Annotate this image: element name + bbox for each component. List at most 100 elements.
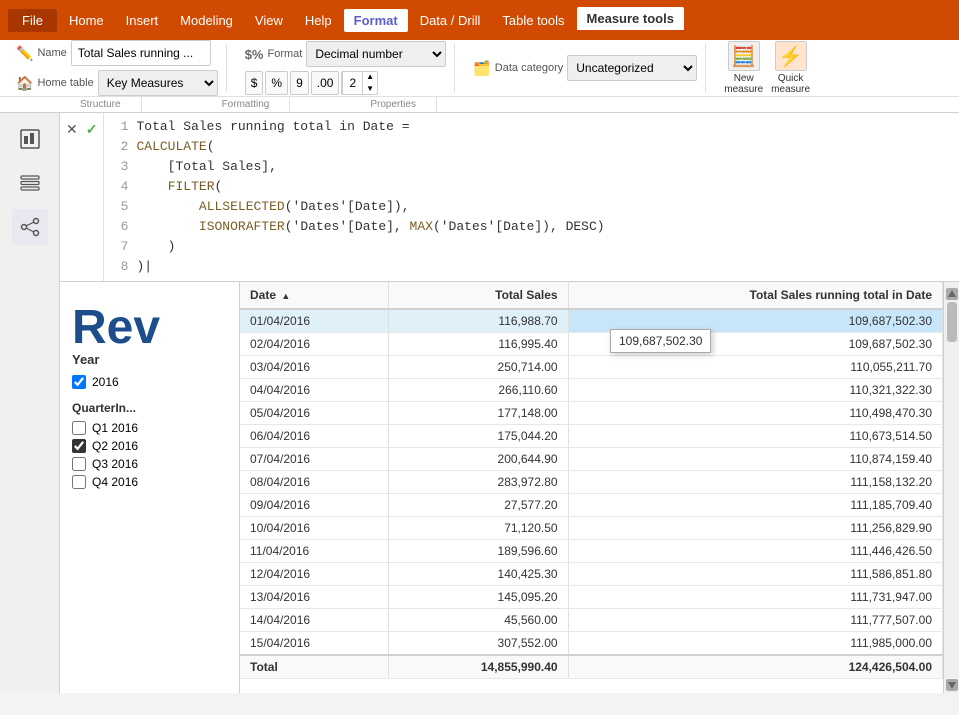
table-row: 13/04/2016145,095.20111,731,947.00 [240, 586, 943, 609]
sidebar [0, 113, 60, 693]
year-2016-label: 2016 [92, 375, 119, 389]
ribbon-sections: Structure Formatting Properties [0, 97, 959, 113]
formula-line-3: 3 [Total Sales], [112, 157, 951, 177]
cell-running-total: 111,256,829.90 [568, 517, 942, 540]
table-row: 14/04/201645,560.00111,777,507.00 [240, 609, 943, 632]
cell-date: 05/04/2016 [240, 402, 388, 425]
year-2016-checkbox[interactable] [72, 375, 86, 389]
home-table-field: 🏠 Home table Key Measures [16, 70, 218, 96]
data-category-select[interactable]: Uncategorized [567, 55, 697, 81]
q3-2016-checkbox[interactable] [72, 457, 86, 471]
menu-insert[interactable]: Insert [116, 9, 169, 32]
q2-2016-item: Q2 2016 [72, 439, 227, 453]
table-row: 03/04/2016250,714.00110,055,211.70 [240, 356, 943, 379]
q1-2016-checkbox[interactable] [72, 421, 86, 435]
menu-measure-tools[interactable]: Measure tools [577, 7, 684, 33]
menu-help[interactable]: Help [295, 9, 342, 32]
table-row: 01/04/2016116,988.70109,687,502.30 [240, 309, 943, 333]
formula-confirm-button[interactable]: ✓ [84, 119, 100, 140]
toolbar: ✏️ Name 🏠 Home table Key Measures $% For… [0, 40, 959, 97]
scroll-thumb[interactable] [947, 302, 957, 342]
cell-total-sales: 177,148.00 [388, 402, 568, 425]
filter-panel: Rev Year 2016 QuarterIn... Q1 2016 Q2 20… [60, 282, 240, 693]
cell-running-total: 110,498,470.30 [568, 402, 942, 425]
cell-running-total: 110,321,322.30 [568, 379, 942, 402]
sidebar-report-icon[interactable] [12, 121, 48, 157]
format-label: Format [268, 48, 303, 60]
name-icon: ✏️ [16, 45, 33, 62]
formula-content[interactable]: 1 Total Sales running total in Date = 2 … [104, 113, 959, 281]
formula-close-button[interactable]: ✕ [64, 119, 80, 140]
menu-modeling[interactable]: Modeling [170, 9, 243, 32]
scroll-up-arrow[interactable] [946, 288, 958, 300]
stepper-up[interactable]: ▲ [363, 71, 377, 83]
home-table-label: Home table [37, 77, 93, 89]
percent-button[interactable]: % [265, 71, 288, 95]
menu-format[interactable]: Format [344, 9, 408, 32]
total-label: Total [240, 655, 388, 679]
cell-date: 15/04/2016 [240, 632, 388, 656]
table-row: 04/04/2016266,110.60110,321,322.30 [240, 379, 943, 402]
total-running-value: 124,426,504.00 [568, 655, 942, 679]
menu-file[interactable]: File [8, 9, 57, 32]
formula-line-5: 5 ALLSELECTED('Dates'[Date]), [112, 197, 951, 217]
rev-badge: Rev [72, 304, 227, 352]
col-totalsales-header: Total Sales [388, 282, 568, 309]
q4-2016-checkbox[interactable] [72, 475, 86, 489]
menu-home[interactable]: Home [59, 9, 114, 32]
cell-running-total: 110,055,211.70 [568, 356, 942, 379]
data-category-icon: 🗂️ [473, 60, 490, 77]
format-field: $% Format Decimal number [245, 41, 447, 67]
quick-measure-icon: ⚡ [775, 41, 807, 71]
new-measure-button[interactable]: 🧮 Newmeasure [724, 41, 763, 95]
q1-2016-item: Q1 2016 [72, 421, 227, 435]
cell-running-total: 111,777,507.00 [568, 609, 942, 632]
cell-date: 10/04/2016 [240, 517, 388, 540]
stepper-down[interactable]: ▼ [363, 83, 377, 95]
sidebar-data-icon[interactable] [12, 165, 48, 201]
table-body: 01/04/2016116,988.70109,687,502.3002/04/… [240, 309, 943, 655]
scroll-down-arrow[interactable] [946, 679, 958, 691]
cell-date: 04/04/2016 [240, 379, 388, 402]
q1-2016-label: Q1 2016 [92, 421, 138, 435]
properties-group: 🗂️ Data category Uncategorized [465, 44, 706, 92]
cell-date: 02/04/2016 [240, 333, 388, 356]
scroll-indicator[interactable] [943, 282, 959, 693]
menu-data-drill[interactable]: Data / Drill [410, 9, 491, 32]
formula-line-4: 4 FILTER( [112, 177, 951, 197]
q2-2016-label: Q2 2016 [92, 439, 138, 453]
table-wrapper[interactable]: Date ▲ Total Sales Total Sales running t… [240, 282, 943, 693]
cell-running-total: 110,673,514.50 [568, 425, 942, 448]
structure-section-label: Structure [0, 97, 142, 112]
tooltip: 109,687,502.30 [610, 329, 711, 353]
quick-measure-label: Quickmeasure [771, 73, 810, 95]
decimal-button[interactable]: .00 [311, 71, 340, 95]
data-category-field: 🗂️ Data category Uncategorized [473, 55, 697, 81]
cell-total-sales: 200,644.90 [388, 448, 568, 471]
cell-total-sales: 266,110.60 [388, 379, 568, 402]
menu-view[interactable]: View [245, 9, 293, 32]
home-table-select[interactable]: Key Measures [98, 70, 218, 96]
table-footer: Total 14,855,990.40 124,426,504.00 [240, 655, 943, 679]
cell-total-sales: 116,995.40 [388, 333, 568, 356]
cell-total-sales: 116,988.70 [388, 309, 568, 333]
new-measure-icon: 🧮 [728, 41, 760, 71]
table-row: 08/04/2016283,972.80111,158,132.20 [240, 471, 943, 494]
scroll-track [946, 300, 958, 679]
sidebar-model-icon[interactable] [12, 209, 48, 245]
q2-2016-checkbox[interactable] [72, 439, 86, 453]
q4-2016-label: Q4 2016 [92, 475, 138, 489]
table-header-row: Date ▲ Total Sales Total Sales running t… [240, 282, 943, 309]
currency-button[interactable]: $ [245, 71, 264, 95]
menu-bar: File Home Insert Modeling View Help Form… [0, 0, 959, 40]
quick-measure-button[interactable]: ⚡ Quickmeasure [771, 41, 810, 95]
format-select[interactable]: Decimal number [306, 41, 446, 67]
name-input[interactable] [71, 40, 211, 66]
menu-table-tools[interactable]: Table tools [492, 9, 574, 32]
format-group: $% Format Decimal number $ % 9 .00 2 ▲ ▼ [237, 44, 456, 92]
table-row: 09/04/201627,577.20111,185,709.40 [240, 494, 943, 517]
cell-total-sales: 283,972.80 [388, 471, 568, 494]
comma-button[interactable]: 9 [290, 71, 309, 95]
name-group: ✏️ Name 🏠 Home table Key Measures [8, 44, 227, 92]
cell-date: 11/04/2016 [240, 540, 388, 563]
